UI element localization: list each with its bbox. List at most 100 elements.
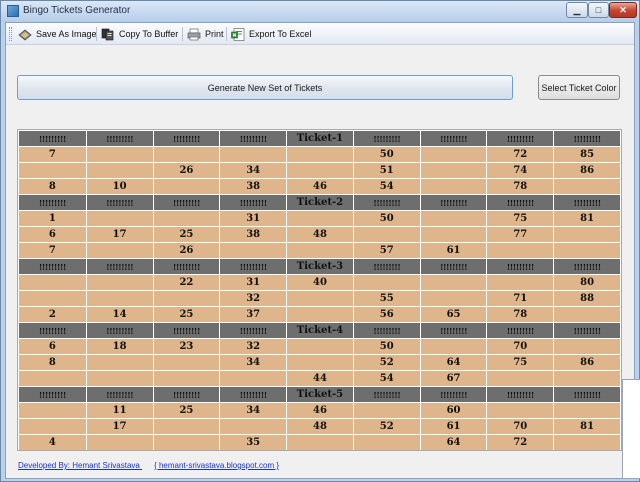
ticket-cell[interactable]: 25 xyxy=(152,226,221,243)
ticket-cell[interactable] xyxy=(553,226,621,243)
ticket-cell[interactable] xyxy=(419,162,488,179)
ticket-cell[interactable]: 57 xyxy=(352,242,421,259)
ticket-cell[interactable] xyxy=(553,434,621,450)
ticket-cell[interactable]: 23 xyxy=(152,338,221,355)
ticket-cell[interactable]: 88 xyxy=(553,290,621,307)
ticket-cell[interactable] xyxy=(419,338,488,355)
ticket-cell[interactable]: 74 xyxy=(486,162,555,179)
ticket-cell[interactable]: 64 xyxy=(419,354,488,371)
ticket-cell[interactable]: 61 xyxy=(419,242,488,259)
ticket-cell[interactable]: 81 xyxy=(553,418,621,435)
ticket-cell[interactable] xyxy=(85,146,154,163)
ticket-cell[interactable]: 75 xyxy=(486,354,555,371)
ticket-cell[interactable] xyxy=(18,370,87,387)
ticket-cell[interactable] xyxy=(486,402,555,419)
ticket-cell[interactable]: 10 xyxy=(85,178,154,195)
ticket-cell[interactable]: 85 xyxy=(553,146,621,163)
ticket-cell[interactable]: 52 xyxy=(352,418,421,435)
ticket-cell[interactable] xyxy=(286,354,354,371)
ticket-cell[interactable] xyxy=(219,370,288,387)
ticket-cell[interactable]: 8 xyxy=(18,354,87,371)
ticket-cell[interactable]: 75 xyxy=(486,210,555,227)
ticket-cell[interactable] xyxy=(419,274,488,291)
ticket-cell[interactable]: 32 xyxy=(219,290,288,307)
ticket-cell[interactable]: 37 xyxy=(219,306,288,323)
ticket-cell[interactable] xyxy=(553,178,621,195)
ticket-cell[interactable] xyxy=(352,274,421,291)
ticket-cell[interactable] xyxy=(152,290,221,307)
ticket-cell[interactable] xyxy=(18,418,87,435)
ticket-cell[interactable]: 50 xyxy=(352,338,421,355)
ticket-cell[interactable] xyxy=(286,306,354,323)
ticket-cell[interactable] xyxy=(152,146,221,163)
ticket-cell[interactable] xyxy=(152,354,221,371)
ticket-cell[interactable]: 48 xyxy=(286,226,354,243)
copy-to-buffer-button[interactable]: Copy To Buffer xyxy=(101,25,178,43)
ticket-cell[interactable]: 26 xyxy=(152,242,221,259)
ticket-cell[interactable] xyxy=(352,226,421,243)
ticket-cell[interactable] xyxy=(85,434,154,450)
ticket-cell[interactable]: 50 xyxy=(352,146,421,163)
ticket-cell[interactable]: 7 xyxy=(18,146,87,163)
blog-link[interactable]: { hemant-srivastava.blogspot.com } xyxy=(154,461,279,470)
ticket-cell[interactable]: 56 xyxy=(352,306,421,323)
ticket-cell[interactable]: 46 xyxy=(286,402,354,419)
ticket-cell[interactable] xyxy=(553,402,621,419)
print-button[interactable]: Print xyxy=(187,25,224,43)
maximize-button[interactable]: □ xyxy=(588,2,609,18)
title-bar[interactable]: Bingo Tickets Generator ▁ □ ✕ xyxy=(1,1,639,22)
ticket-cell[interactable]: 64 xyxy=(419,434,488,450)
ticket-cell[interactable] xyxy=(486,370,555,387)
ticket-cell[interactable] xyxy=(18,290,87,307)
ticket-cell[interactable]: 22 xyxy=(152,274,221,291)
tickets-grid[interactable]: !!!!!!!!!!!!!!!!!!!!!!!!!!!!!!!!!!!! Tick… xyxy=(17,129,622,451)
ticket-cell[interactable]: 54 xyxy=(352,370,421,387)
ticket-cell[interactable] xyxy=(286,162,354,179)
ticket-cell[interactable]: 18 xyxy=(85,338,154,355)
ticket-cell[interactable] xyxy=(486,274,555,291)
ticket-cell[interactable]: 6 xyxy=(18,338,87,355)
ticket-cell[interactable]: 77 xyxy=(486,226,555,243)
ticket-cell[interactable]: 55 xyxy=(352,290,421,307)
ticket-cell[interactable]: 32 xyxy=(219,338,288,355)
ticket-cell[interactable]: 2 xyxy=(18,306,87,323)
ticket-cell[interactable] xyxy=(286,242,354,259)
ticket-cell[interactable]: 67 xyxy=(419,370,488,387)
ticket-cell[interactable]: 17 xyxy=(85,226,154,243)
ticket-cell[interactable]: 26 xyxy=(152,162,221,179)
ticket-cell[interactable] xyxy=(286,290,354,307)
ticket-cell[interactable] xyxy=(219,418,288,435)
ticket-cell[interactable] xyxy=(85,210,154,227)
ticket-cell[interactable]: 54 xyxy=(352,178,421,195)
ticket-cell[interactable]: 50 xyxy=(352,210,421,227)
ticket-cell[interactable]: 4 xyxy=(18,434,87,450)
ticket-cell[interactable]: 38 xyxy=(219,226,288,243)
ticket-cell[interactable]: 31 xyxy=(219,274,288,291)
ticket-cell[interactable] xyxy=(352,402,421,419)
ticket-cell[interactable]: 38 xyxy=(219,178,288,195)
ticket-cell[interactable]: 31 xyxy=(219,210,288,227)
ticket-cell[interactable] xyxy=(85,370,154,387)
ticket-cell[interactable] xyxy=(18,162,87,179)
ticket-cell[interactable] xyxy=(18,274,87,291)
ticket-cell[interactable] xyxy=(152,210,221,227)
ticket-cell[interactable]: 34 xyxy=(219,402,288,419)
ticket-cell[interactable]: 8 xyxy=(18,178,87,195)
ticket-cell[interactable] xyxy=(553,370,621,387)
ticket-cell[interactable]: 44 xyxy=(286,370,354,387)
ticket-cell[interactable] xyxy=(85,290,154,307)
ticket-cell[interactable]: 14 xyxy=(85,306,154,323)
ticket-cell[interactable]: 52 xyxy=(352,354,421,371)
export-to-excel-button[interactable]: Export To Excel xyxy=(231,25,311,43)
ticket-cell[interactable] xyxy=(286,210,354,227)
ticket-cell[interactable] xyxy=(419,290,488,307)
ticket-cell[interactable]: 86 xyxy=(553,354,621,371)
ticket-cell[interactable]: 34 xyxy=(219,354,288,371)
ticket-cell[interactable]: 17 xyxy=(85,418,154,435)
ticket-cell[interactable] xyxy=(18,402,87,419)
ticket-cell[interactable]: 78 xyxy=(486,178,555,195)
ticket-cell[interactable] xyxy=(286,146,354,163)
ticket-cell[interactable] xyxy=(152,178,221,195)
ticket-cell[interactable] xyxy=(85,162,154,179)
ticket-cell[interactable] xyxy=(419,146,488,163)
